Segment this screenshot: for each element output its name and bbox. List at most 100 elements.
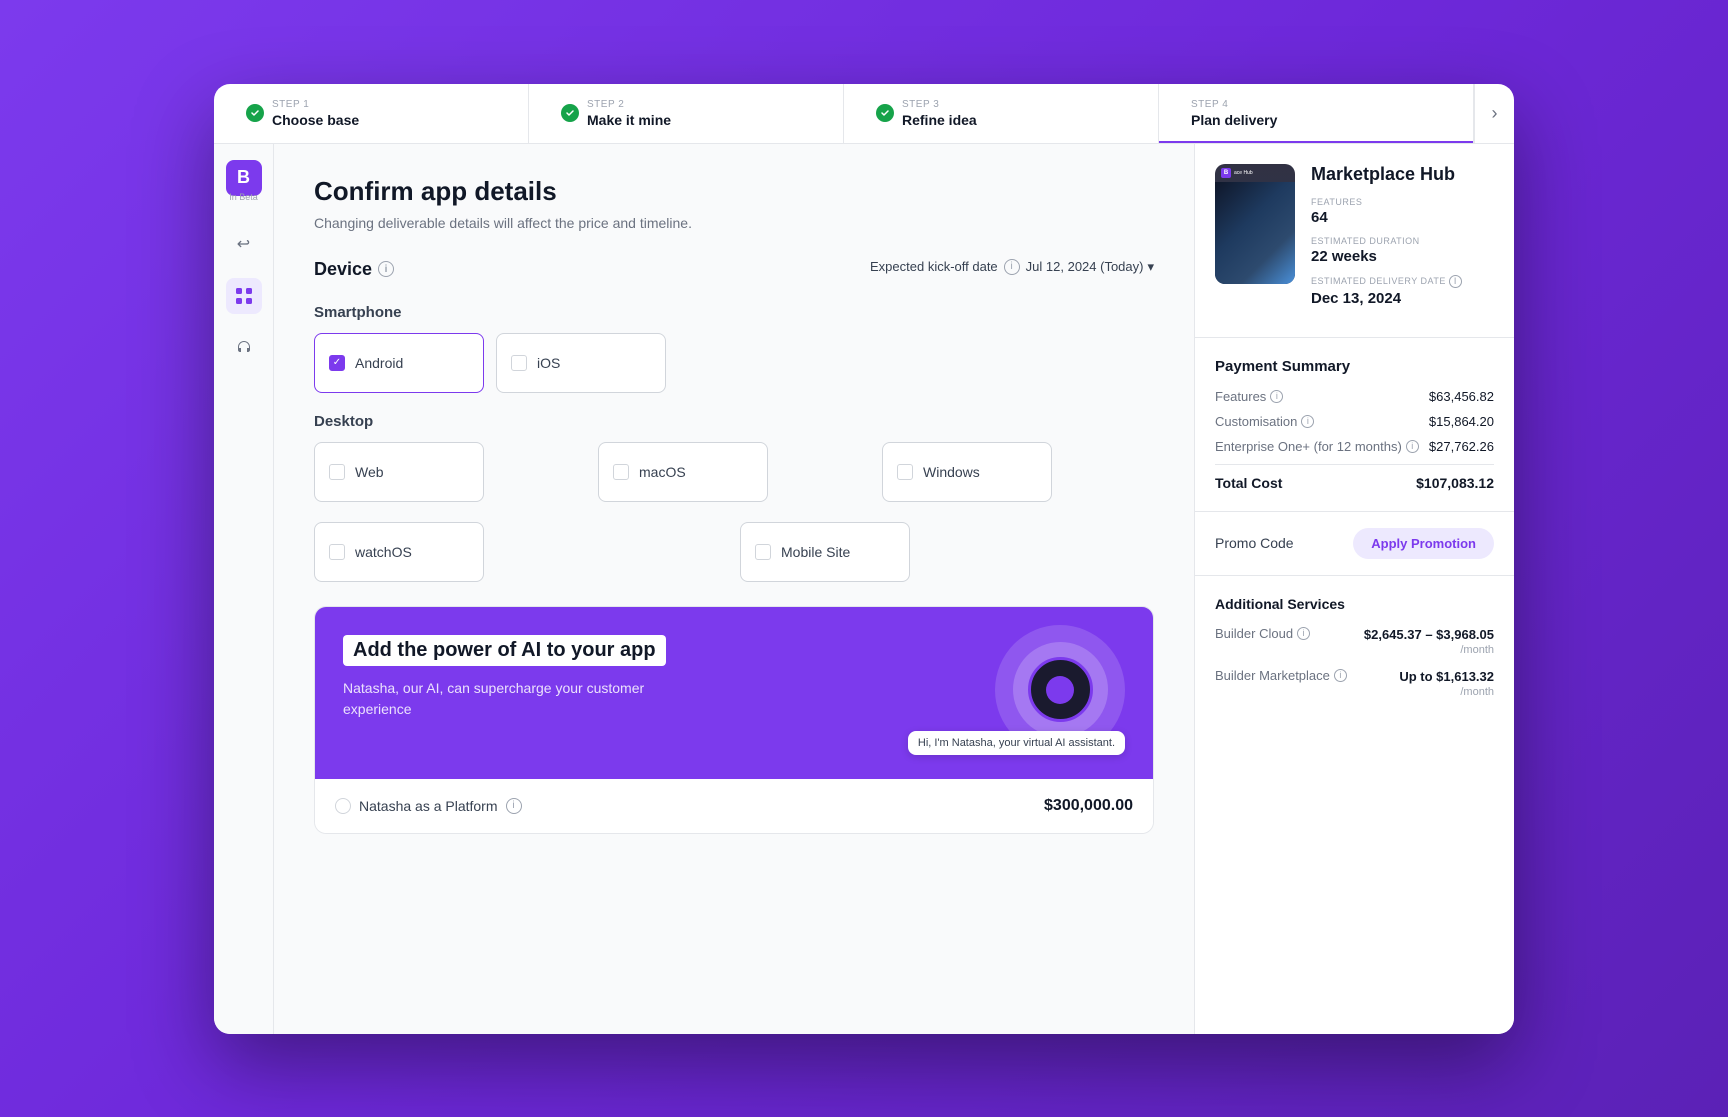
promo-label: Promo Code: [1215, 535, 1294, 551]
step-3-label: STEP 3: [902, 99, 977, 110]
apply-promotion-button[interactable]: Apply Promotion: [1353, 528, 1494, 559]
cloud-info-icon[interactable]: i: [1297, 627, 1310, 640]
ai-banner-text: Add the power of AI to your app Natasha,…: [343, 635, 905, 720]
desktop-label: Desktop: [314, 413, 1154, 430]
builder-cloud-row: Builder Cloud i $2,645.37 – $3,968.05 /m…: [1215, 626, 1494, 656]
right-panel: B ace Hub Marketplace Hub FEATURES 64 ES…: [1194, 144, 1514, 1034]
watchos-option[interactable]: watchOS: [314, 522, 484, 582]
additional-services: Additional Services Builder Cloud i $2,6…: [1195, 576, 1514, 730]
ai-banner-bottom[interactable]: Natasha as a Platform i $300,000.00: [315, 779, 1153, 833]
android-checkbox[interactable]: [329, 355, 345, 371]
ios-option[interactable]: iOS: [496, 333, 666, 393]
thumbnail-logo: B: [1221, 168, 1231, 178]
step-3-title: Refine idea: [902, 112, 977, 128]
kickoff-date[interactable]: Jul 12, 2024 (Today) ▾: [1026, 259, 1154, 275]
circle-dot: [1046, 676, 1074, 704]
ai-banner-title: Add the power of AI to your app: [343, 635, 666, 666]
natasha-radio[interactable]: [335, 798, 351, 814]
app-info: Marketplace Hub FEATURES 64 ESTIMATED DU…: [1311, 164, 1494, 317]
device-section-title: Device i: [314, 259, 394, 280]
step-3-check: [876, 104, 894, 122]
undo-icon[interactable]: ↩: [226, 226, 262, 262]
windows-label: Windows: [923, 464, 980, 480]
web-option[interactable]: Web: [314, 442, 484, 502]
headset-icon[interactable]: [226, 330, 262, 366]
ai-banner: Add the power of AI to your app Natasha,…: [314, 606, 1154, 834]
features-cost-info[interactable]: i: [1270, 390, 1283, 403]
customisation-info[interactable]: i: [1301, 415, 1314, 428]
smartphone-label: Smartphone: [314, 304, 1154, 321]
step-1[interactable]: STEP 1 Choose base: [214, 84, 529, 143]
ai-option-label: Natasha as a Platform i: [335, 798, 522, 814]
mobile-site-checkbox[interactable]: [755, 544, 771, 560]
step-3[interactable]: STEP 3 Refine idea: [844, 84, 1159, 143]
sidebar-beta-label: In Beta: [229, 192, 258, 202]
windows-option[interactable]: Windows: [882, 442, 1052, 502]
ios-checkbox[interactable]: [511, 355, 527, 371]
ai-banner-desc: Natasha, our AI, can supercharge your cu…: [343, 678, 663, 720]
step-4-label: STEP 4: [1191, 99, 1277, 110]
app-name: Marketplace Hub: [1311, 164, 1494, 185]
step-2-title: Make it mine: [587, 112, 671, 128]
macos-checkbox[interactable]: [613, 464, 629, 480]
step-2-label: STEP 2: [587, 99, 671, 110]
payment-summary: Payment Summary Features i $63,456.82 Cu…: [1195, 338, 1514, 512]
app-preview: B ace Hub Marketplace Hub FEATURES 64 ES…: [1195, 144, 1514, 338]
customisation-row: Customisation i $15,864.20: [1215, 414, 1494, 429]
ios-label: iOS: [537, 355, 560, 371]
step-1-check: [246, 104, 264, 122]
stepper: STEP 1 Choose base STEP 2 Make it mine S…: [214, 84, 1514, 144]
step-2[interactable]: STEP 2 Make it mine: [529, 84, 844, 143]
android-option[interactable]: Android: [314, 333, 484, 393]
total-row: Total Cost $107,083.12: [1215, 464, 1494, 491]
device-info-icon[interactable]: i: [378, 261, 394, 277]
additional-title: Additional Services: [1215, 596, 1494, 612]
main-layout: B In Beta ↩ Confirm app details Changing…: [214, 144, 1514, 1034]
step-1-label: STEP 1: [272, 99, 359, 110]
sidebar-logo: B: [226, 160, 262, 196]
thumbnail-img: [1215, 182, 1295, 284]
mobile-site-label: Mobile Site: [781, 544, 850, 560]
mobile-site-option[interactable]: Mobile Site: [740, 522, 910, 582]
duration-stat: ESTIMATED DURATION 22 weeks: [1311, 236, 1494, 265]
web-checkbox[interactable]: [329, 464, 345, 480]
features-stat: FEATURES 64: [1311, 197, 1494, 226]
circle-mid: [1013, 642, 1108, 737]
step-1-title: Choose base: [272, 112, 359, 128]
delivery-info-icon[interactable]: i: [1449, 275, 1462, 288]
kickoff-label: Expected kick-off date: [870, 259, 998, 274]
natasha-info-icon[interactable]: i: [506, 798, 522, 814]
android-label: Android: [355, 355, 403, 371]
thumbnail-header: B ace Hub: [1215, 164, 1295, 182]
ai-banner-top: Add the power of AI to your app Natasha,…: [315, 607, 1153, 779]
enterprise-row: Enterprise One+ (for 12 months) i $27,76…: [1215, 439, 1494, 454]
desktop-options-row1: Web macOS Windows: [314, 442, 1154, 502]
step-2-check: [561, 104, 579, 122]
marketplace-info-icon[interactable]: i: [1334, 669, 1347, 682]
promo-section: Promo Code Apply Promotion: [1195, 512, 1514, 576]
builder-marketplace-row: Builder Marketplace i Up to $1,613.32 /m…: [1215, 668, 1494, 698]
watchos-label: watchOS: [355, 544, 412, 560]
kickoff-row: Expected kick-off date i Jul 12, 2024 (T…: [870, 259, 1154, 275]
natasha-bubble: Hi, I'm Natasha, your virtual AI assista…: [908, 731, 1125, 755]
payment-title: Payment Summary: [1215, 358, 1494, 375]
grid-icon[interactable]: [226, 278, 262, 314]
page-title: Confirm app details: [314, 176, 1154, 207]
windows-checkbox[interactable]: [897, 464, 913, 480]
macos-option[interactable]: macOS: [598, 442, 768, 502]
delivery-stat: ESTIMATED DELIVERY DATE i Dec 13, 2024: [1311, 275, 1494, 307]
stepper-next-arrow[interactable]: ›: [1474, 84, 1514, 143]
page-subtitle: Changing deliverable details will affect…: [314, 215, 1154, 231]
content-area: Confirm app details Changing deliverable…: [274, 144, 1514, 1034]
app-window: STEP 1 Choose base STEP 2 Make it mine S…: [214, 84, 1514, 1034]
step-4[interactable]: STEP 4 Plan delivery: [1159, 84, 1474, 143]
ai-visual: Hi, I'm Natasha, your virtual AI assista…: [905, 635, 1125, 755]
enterprise-info[interactable]: i: [1406, 440, 1419, 453]
web-label: Web: [355, 464, 384, 480]
app-thumbnail: B ace Hub: [1215, 164, 1295, 284]
kickoff-info-icon[interactable]: i: [1004, 259, 1020, 275]
watchos-checkbox[interactable]: [329, 544, 345, 560]
ai-price: $300,000.00: [1044, 797, 1133, 815]
desktop-options-row2: watchOS Mobile Site: [314, 522, 1154, 582]
smartphone-options: Android iOS: [314, 333, 1154, 393]
